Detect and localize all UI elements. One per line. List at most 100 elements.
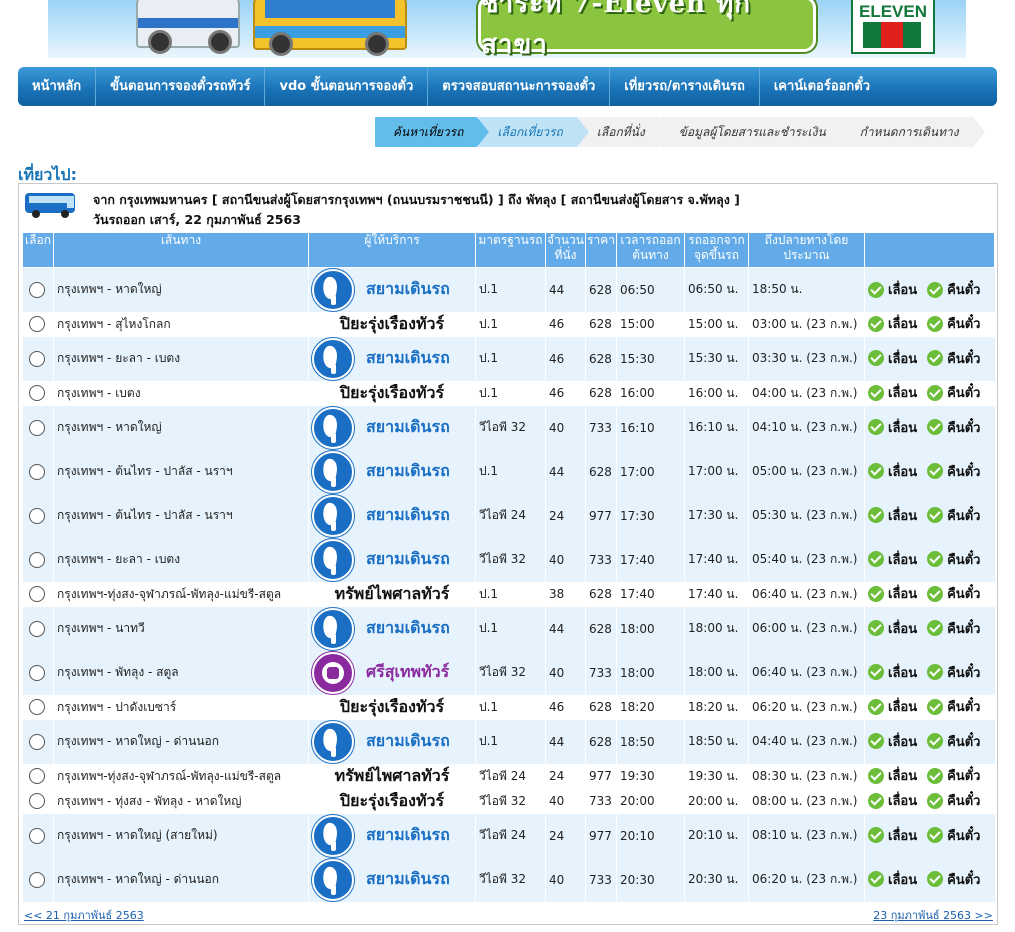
operator-cell: สยามเดินรถ	[308, 813, 476, 858]
refund-button[interactable]: คืนตั๋ว	[927, 869, 980, 890]
select-cell	[22, 380, 54, 406]
postpone-button[interactable]: เลื่อน	[868, 869, 917, 890]
refund-button[interactable]: คืนตั๋ว	[927, 731, 980, 752]
table-row[interactable]: กรุงเทพฯ - หาดใหญ่ สยามเดินรถ วีไอพี 32 …	[22, 405, 995, 450]
refund-label: คืนตั๋ว	[947, 621, 981, 637]
trip-results: จาก กรุงเทพมหานคร [ สถานีขนส่งผู้โดยสารก…	[18, 183, 998, 925]
select-radio[interactable]	[29, 871, 45, 888]
nav-vdo-steps[interactable]: vdo ขั้นตอนการจองตั๋ว	[265, 67, 429, 106]
refund-button[interactable]: คืนตั๋ว	[927, 313, 980, 334]
postpone-label: เลื่อน	[888, 283, 918, 298]
trip-date: วันรถออก เสาร์, 22 กุมภาพันธ์ 2563	[93, 212, 301, 227]
board-cell: 17:00 น.	[684, 449, 749, 494]
seats-cell: 46	[545, 694, 586, 720]
refund-button[interactable]: คืนตั๋ว	[927, 279, 980, 300]
nav-home[interactable]: หน้าหลัก	[18, 67, 97, 106]
step-select-seat: เลือกที่นั่ง	[578, 117, 671, 147]
table-row[interactable]: กรุงเทพฯ-ทุ่งสง-จุฬาภรณ์-พัทลุง-แม่ขรี-ส…	[22, 581, 995, 607]
select-radio[interactable]	[29, 768, 45, 784]
select-radio[interactable]	[29, 316, 45, 332]
select-radio[interactable]	[29, 419, 45, 436]
select-radio[interactable]	[29, 551, 45, 568]
step-search[interactable]: ค้นหาเที่ยวรถ	[375, 117, 490, 147]
board-cell: 20:30 น.	[684, 857, 749, 902]
refund-button[interactable]: คืนตั๋ว	[927, 505, 980, 526]
nav-booking-steps[interactable]: ขั้นตอนการจองตั๋วรถทัวร์	[96, 67, 266, 106]
table-row[interactable]: กรุงเทพฯ - ปาดังเบซาร์ ปิยะรุ่งเรืองทัวร…	[22, 694, 995, 720]
postpone-button[interactable]: เลื่อน	[868, 505, 917, 526]
refund-button[interactable]: คืนตั๋ว	[927, 696, 980, 717]
route-cell: กรุงเทพฯ - เบตง	[53, 380, 309, 406]
select-cell	[22, 405, 54, 450]
refund-button[interactable]: คืนตั๋ว	[927, 618, 980, 639]
depart-cell: 16:10	[616, 405, 685, 450]
select-radio[interactable]	[29, 733, 45, 750]
table-row[interactable]: กรุงเทพฯ - หาดใหญ่ สยามเดินรถ ป.1 44 628…	[22, 267, 995, 312]
postpone-button[interactable]: เลื่อน	[868, 313, 917, 334]
table-row[interactable]: กรุงเทพฯ - เบตง ปิยะรุ่งเรืองทัวร์ ป.1 4…	[22, 380, 995, 406]
route-cell: กรุงเทพฯ-ทุ่งสง-จุฬาภรณ์-พัทลุง-แม่ขรี-ส…	[53, 763, 309, 789]
postpone-button[interactable]: เลื่อน	[868, 825, 917, 846]
refund-button[interactable]: คืนตั๋ว	[927, 549, 980, 570]
postpone-button[interactable]: เลื่อน	[868, 790, 917, 811]
table-row[interactable]: กรุงเทพฯ - หาดใหญ่ (สายใหม่) สยามเดินรถ …	[22, 813, 995, 858]
select-radio[interactable]	[29, 699, 45, 715]
nav-counters[interactable]: เคาน์เตอร์ออกตั๋ว	[760, 67, 884, 106]
postpone-button[interactable]: เลื่อน	[868, 279, 917, 300]
postpone-button[interactable]: เลื่อน	[868, 618, 917, 639]
refund-button[interactable]: คืนตั๋ว	[927, 662, 980, 683]
table-row[interactable]: กรุงเทพฯ - หาดใหญ่ - ด่านนอก สยามเดินรถ …	[22, 719, 995, 764]
table-row[interactable]: กรุงเทพฯ - สุไหงโกลก ปิยะรุ่งเรืองทัวร์ …	[22, 311, 995, 337]
postpone-button[interactable]: เลื่อน	[868, 696, 917, 717]
postpone-button[interactable]: เลื่อน	[868, 461, 917, 482]
refund-button[interactable]: คืนตั๋ว	[927, 790, 980, 811]
select-radio[interactable]	[29, 385, 45, 401]
postpone-button[interactable]: เลื่อน	[868, 417, 917, 438]
check-icon	[868, 792, 884, 809]
table-row[interactable]: กรุงเทพฯ - ต้นไทร - ปาลัส - นราฯ สยามเดิ…	[22, 493, 995, 538]
postpone-button[interactable]: เลื่อน	[868, 348, 917, 369]
select-radio[interactable]	[29, 463, 45, 480]
prev-day-link[interactable]: << 21 กุมภาพันธ์ 2563	[24, 906, 144, 924]
table-row[interactable]: กรุงเทพฯ - หาดใหญ่ - ด่านนอก สยามเดินรถ …	[22, 857, 995, 902]
select-radio[interactable]	[29, 281, 45, 298]
postpone-button[interactable]: เลื่อน	[868, 583, 917, 604]
check-icon	[927, 384, 944, 401]
refund-button[interactable]: คืนตั๋ว	[927, 583, 980, 604]
select-radio[interactable]	[29, 793, 45, 809]
table-row[interactable]: กรุงเทพฯ - ยะลา - เบตง สยามเดินรถ ป.1 46…	[22, 336, 995, 381]
check-icon	[868, 585, 884, 602]
postpone-button[interactable]: เลื่อน	[868, 662, 917, 683]
select-radio[interactable]	[29, 507, 45, 524]
table-row[interactable]: กรุงเทพฯ - นาทวี สยามเดินรถ ป.1 44 628 1…	[22, 606, 995, 651]
refund-button[interactable]: คืนตั๋ว	[927, 382, 980, 403]
next-day-link[interactable]: 23 กุมภาพันธ์ 2563 >>	[873, 906, 993, 924]
table-row[interactable]: กรุงเทพฯ - ทุ่งสง - พัทลุง - หาดใหญ่ ปิย…	[22, 788, 995, 814]
refund-button[interactable]: คืนตั๋ว	[927, 461, 980, 482]
refund-button[interactable]: คืนตั๋ว	[927, 825, 980, 846]
check-icon	[868, 733, 884, 750]
board-cell: 18:50 น.	[684, 719, 749, 764]
select-radio[interactable]	[29, 586, 45, 602]
check-icon	[927, 733, 944, 750]
refund-button[interactable]: คืนตั๋ว	[927, 765, 980, 786]
table-row[interactable]: กรุงเทพฯ - ต้นไทร - ปาลัส - นราฯ สยามเดิ…	[22, 449, 995, 494]
postpone-label: เลื่อน	[888, 734, 918, 750]
standard-cell: วีไอพี 32	[475, 537, 546, 582]
table-row[interactable]: กรุงเทพฯ - พัทลุง - สตูล ศรีสุเทพทัวร์ ว…	[22, 650, 995, 695]
postpone-button[interactable]: เลื่อน	[868, 382, 917, 403]
nav-schedule[interactable]: เที่ยวรถ/ตารางเดินรถ	[610, 67, 760, 106]
table-row[interactable]: กรุงเทพฯ - ยะลา - เบตง สยามเดินรถ วีไอพี…	[22, 537, 995, 582]
postpone-button[interactable]: เลื่อน	[868, 549, 917, 570]
select-radio[interactable]	[29, 827, 45, 844]
select-cell	[22, 336, 54, 381]
postpone-button[interactable]: เลื่อน	[868, 765, 917, 786]
select-radio[interactable]	[29, 350, 45, 367]
select-radio[interactable]	[29, 664, 45, 681]
table-row[interactable]: กรุงเทพฯ-ทุ่งสง-จุฬาภรณ์-พัทลุง-แม่ขรี-ส…	[22, 763, 995, 789]
refund-button[interactable]: คืนตั๋ว	[927, 348, 980, 369]
postpone-button[interactable]: เลื่อน	[868, 731, 917, 752]
refund-button[interactable]: คืนตั๋ว	[927, 417, 980, 438]
select-radio[interactable]	[29, 620, 45, 637]
nav-check-status[interactable]: ตรวจสอบสถานะการจองตั๋ว	[428, 67, 611, 106]
